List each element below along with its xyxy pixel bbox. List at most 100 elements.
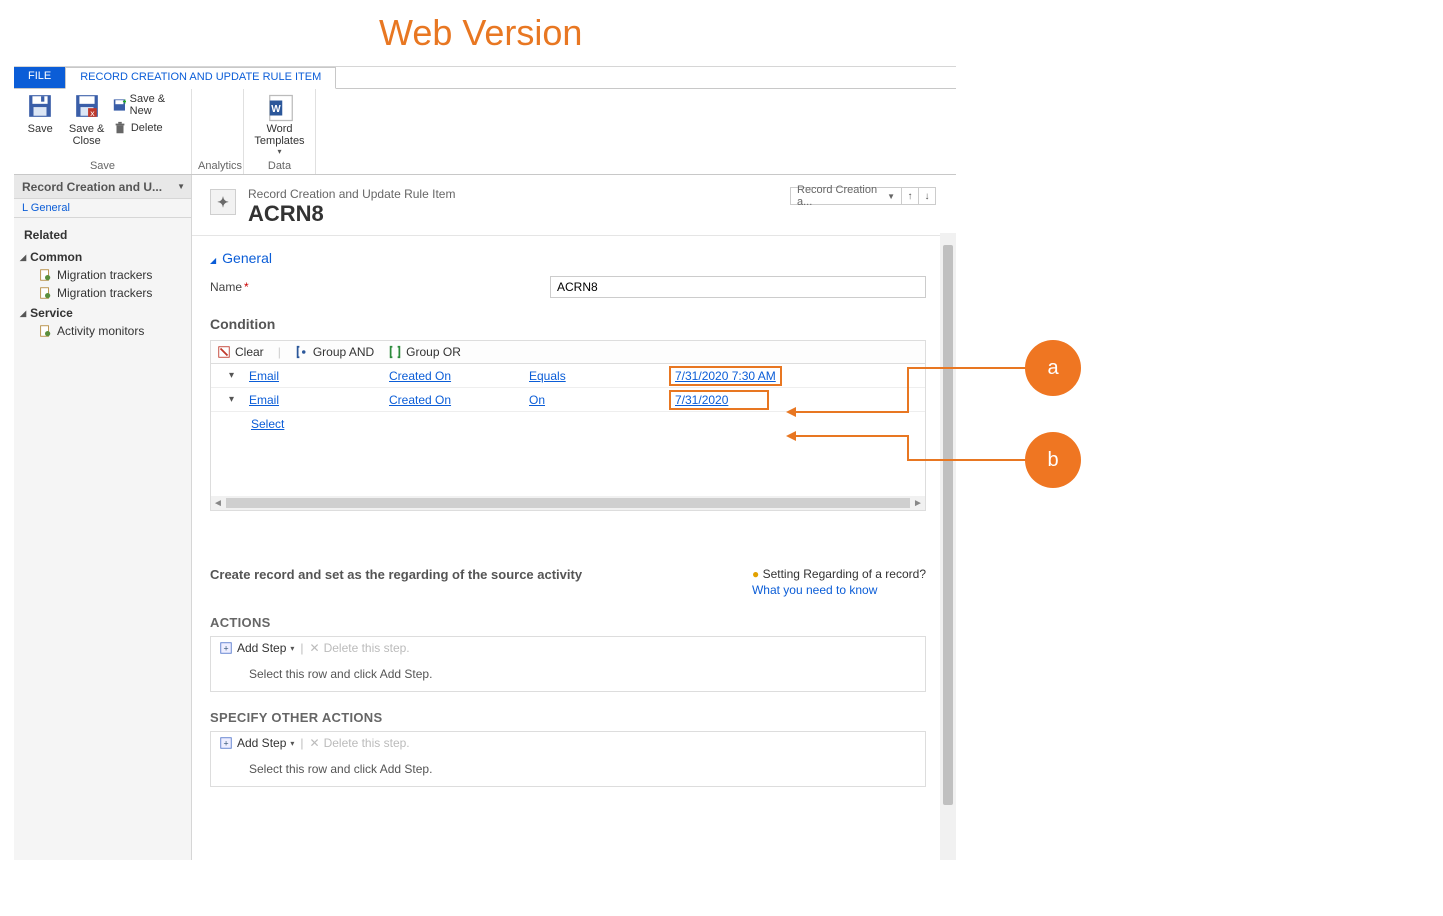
actions-heading: ACTIONS [210,615,926,630]
save-close-button[interactable]: x Save & Close [66,91,106,147]
scroll-left-button[interactable]: ◄ [211,498,225,509]
other-actions-heading: SPECIFY OTHER ACTIONS [210,710,926,725]
add-step-icon: + [219,736,233,750]
annotation-marker-b: b [1025,432,1081,488]
save-new-icon: ✚ [113,98,126,112]
warning-text: Setting Regarding of a record? [763,567,926,581]
value-link[interactable]: 7/31/2020 7:30 AM [675,369,776,383]
entity-link[interactable]: Email [249,393,279,407]
annotation-connector [796,411,909,413]
group-analytics-label: Analytics [198,160,237,174]
svg-text:W: W [271,104,281,115]
document-icon [38,286,52,300]
app-frame: FILE RECORD CREATION AND UPDATE RULE ITE… [14,66,956,860]
leftnav-item-migration-1[interactable]: Migration trackers [14,266,191,284]
leftnav-header[interactable]: Record Creation and U... ▼ [14,175,191,199]
delete-step-button-disabled: ✕ Delete this step. [310,641,410,655]
document-icon [38,324,52,338]
record-icon: ✦ [210,189,236,215]
actions-box: + Add Step▾ | ✕ Delete this step. Select… [210,636,926,692]
delete-step-label: Delete this step. [324,641,410,655]
annotation-connector [907,367,909,413]
word-templates-button[interactable]: W Word Templates ▾ [250,91,309,156]
group-data-label: Data [250,160,309,174]
chevron-down-icon: ▼ [177,182,185,191]
chevron-down-icon: ▼ [887,192,895,201]
bracket-icon [388,345,402,359]
save-new-button[interactable]: ✚ Save & New [113,93,185,117]
help-link[interactable]: What you need to know [752,583,926,597]
actions-placeholder-row[interactable]: Select this row and click Add Step. [219,655,917,687]
ribbon-body: Save x Save & Close ✚ Save & New Delet [14,89,956,175]
leftnav-common-header[interactable]: Common [14,246,191,266]
delete-button[interactable]: Delete [113,121,185,135]
clear-label: Clear [235,345,264,359]
leftnav-item-activity[interactable]: Activity monitors [14,322,191,340]
svg-text:+: + [223,739,228,749]
section-general-toggle[interactable]: General [210,246,926,276]
warning-line: ● Setting Regarding of a record? [752,567,926,581]
field-link[interactable]: Created On [389,393,451,407]
select-link[interactable]: Select [251,417,284,431]
word-icon: W [266,93,294,121]
page-title: ACRN8 [248,201,455,227]
form-body: General Name* Condition Clear | Group AN… [192,236,956,860]
scrollbar-horizontal[interactable]: ◄ ► [211,496,925,510]
save-close-label: Save & Close [66,123,106,147]
svg-text:x: x [90,108,95,118]
save-icon [26,93,54,121]
form-header: ✦ Record Creation and Update Rule Item A… [192,175,956,236]
name-input[interactable] [550,276,926,298]
leftnav-item-label: Activity monitors [57,324,144,338]
leftnav-item-label: Migration trackers [57,268,152,282]
field-name-row: Name* [210,276,926,298]
annotation-connector [907,367,1027,369]
operator-link[interactable]: On [529,393,545,407]
add-step-label: Add Step [237,736,286,750]
svg-text:✚: ✚ [122,98,125,105]
leftnav-item-general[interactable]: L General [14,199,191,218]
condition-row: ▾ Email Created On Equals 7/31/2020 7:30… [211,364,925,388]
clear-icon [217,345,231,359]
row-menu-button[interactable]: ▾ [229,394,249,405]
form-selector-dropdown[interactable]: Record Creation a... ▼ [790,187,902,205]
scrollbar-thumb[interactable] [226,498,910,508]
other-actions-placeholder-row[interactable]: Select this row and click Add Step. [219,750,917,782]
scroll-right-button[interactable]: ► [911,498,925,509]
delete-step-button-disabled: ✕ Delete this step. [310,736,410,750]
form-selector-label: Record Creation a... [797,184,883,208]
entity-link[interactable]: Email [249,369,279,383]
group-and-button[interactable]: Group AND [295,345,374,359]
condition-grid: ▾ Email Created On Equals 7/31/2020 7:30… [210,363,926,511]
workspace: Record Creation and U... ▼ L General Rel… [14,175,956,860]
value-link[interactable]: 7/31/2020 [675,393,728,407]
annotation-connector [796,435,909,437]
group-or-button[interactable]: Group OR [388,345,461,359]
save-button[interactable]: Save [20,91,60,135]
leftnav-service-header[interactable]: Service [14,302,191,322]
annotation-title: Web Version [379,12,582,54]
tab-file[interactable]: FILE [14,67,65,88]
add-step-button[interactable]: + Add Step▾ [219,736,294,750]
add-step-button[interactable]: + Add Step▾ [219,641,294,655]
ribbon-tabs: FILE RECORD CREATION AND UPDATE RULE ITE… [14,67,956,89]
field-link[interactable]: Created On [389,369,451,383]
other-actions-box: + Add Step▾ | ✕ Delete this step. Select… [210,731,926,787]
nav-up-button[interactable]: ↑ [901,187,919,205]
clear-button[interactable]: Clear [217,345,264,359]
bracket-icon [295,345,309,359]
nav-down-button[interactable]: ↓ [918,187,936,205]
tab-record-rule-item[interactable]: RECORD CREATION AND UPDATE RULE ITEM [65,67,336,89]
save-label: Save [28,123,53,135]
annotation-marker-a: a [1025,340,1081,396]
row-menu-button[interactable]: ▾ [229,370,249,381]
leftnav-related-title: Related [14,218,191,246]
condition-row: ▾ Email Created On On 7/31/2020 [211,388,925,412]
operator-link[interactable]: Equals [529,369,566,383]
annotation-arrowhead [786,407,796,417]
group-and-label: Group AND [313,345,374,359]
name-label: Name* [210,280,550,294]
helper-block: Create record and set as the regarding o… [210,567,926,597]
leftnav-item-label: Migration trackers [57,286,152,300]
leftnav-item-migration-2[interactable]: Migration trackers [14,284,191,302]
